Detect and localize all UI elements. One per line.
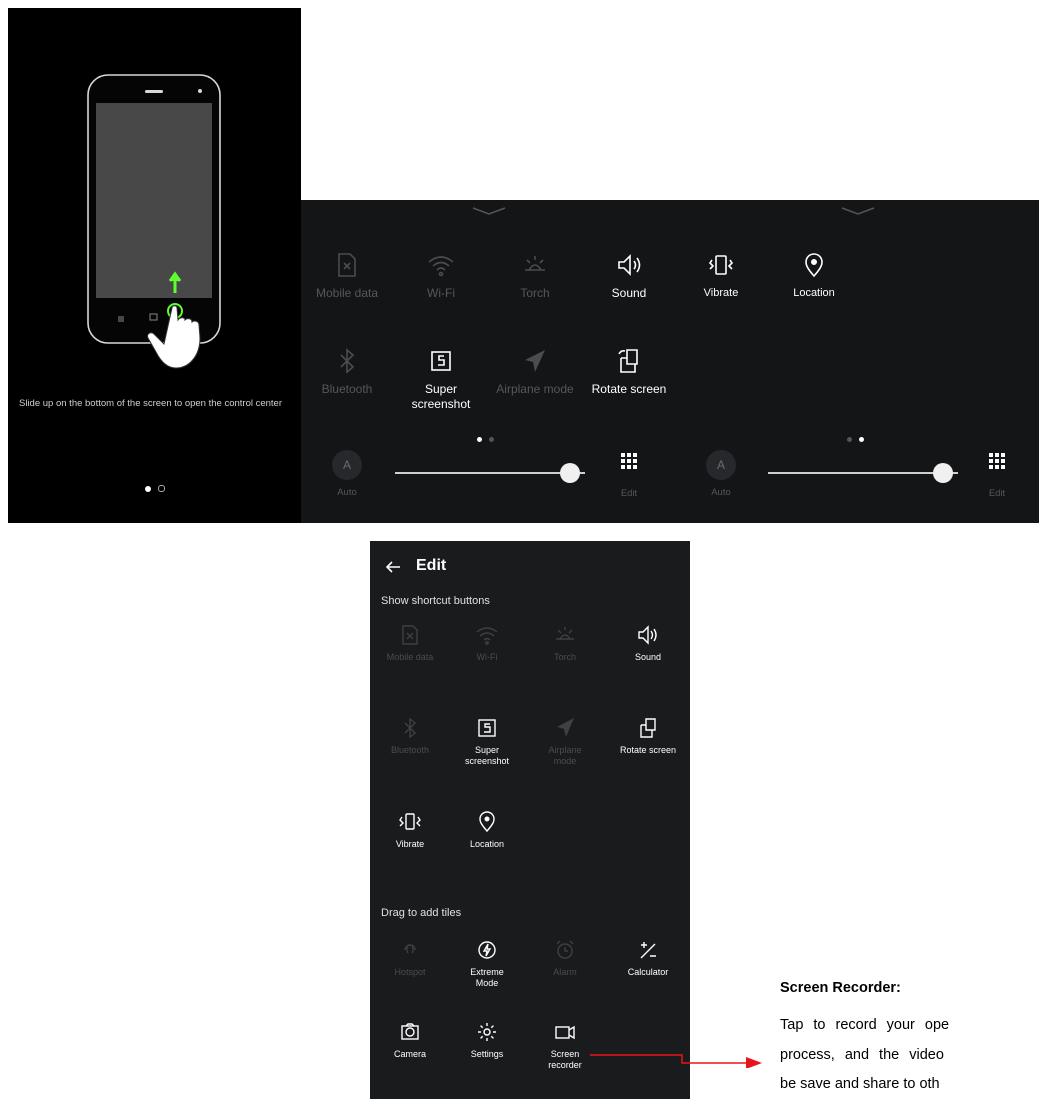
tile-wifi[interactable]: Wi-Fi bbox=[395, 252, 487, 301]
camera-icon bbox=[401, 1023, 419, 1040]
auto-brightness-button[interactable]: A Auto bbox=[676, 450, 766, 500]
shortcut-wifi[interactable]: Wi-Fi bbox=[447, 624, 527, 663]
shortcut-vibrate[interactable]: Vibrate bbox=[370, 811, 450, 850]
tile-settings[interactable]: Settings bbox=[447, 1021, 527, 1060]
auto-brightness-icon: A bbox=[332, 450, 362, 480]
annotation-line-1: Tap to record your ope bbox=[780, 1017, 950, 1033]
tile-torch[interactable]: Torch bbox=[489, 252, 581, 301]
bluetooth-icon bbox=[340, 348, 355, 374]
tile-super-screenshot[interactable]: Super screenshot bbox=[395, 348, 487, 412]
shortcut-location[interactable]: Location bbox=[447, 811, 527, 850]
tutorial-caption: Slide up on the bottom of the screen to … bbox=[19, 398, 283, 409]
location-icon bbox=[479, 811, 495, 833]
control-center-page-2: Vibrate Location A Auto Edit bbox=[676, 200, 1039, 523]
tile-calculator[interactable]: Calculator bbox=[608, 939, 688, 978]
auto-brightness-icon: A bbox=[706, 450, 736, 480]
brightness-track bbox=[768, 472, 958, 474]
airplane-icon bbox=[557, 718, 574, 737]
annotation-line-2: process, and the video bbox=[780, 1047, 944, 1063]
auto-brightness-button[interactable]: A Auto bbox=[301, 450, 393, 500]
shortcut-rotate-screen[interactable]: Rotate screen bbox=[608, 717, 688, 756]
hotspot-icon bbox=[404, 944, 416, 954]
brightness-thumb[interactable] bbox=[559, 463, 580, 483]
sound-icon bbox=[638, 625, 657, 645]
extreme-mode-icon bbox=[478, 941, 496, 959]
super-screenshot-icon bbox=[478, 719, 496, 737]
bluetooth-icon bbox=[404, 717, 417, 739]
edit-button[interactable]: Edit bbox=[952, 452, 1039, 501]
page-title: Edit bbox=[416, 557, 447, 574]
annotation-line-3: be save and share to oth bbox=[780, 1076, 940, 1092]
pointer-arrow bbox=[590, 1054, 762, 1068]
page-indicator bbox=[847, 429, 865, 447]
page-indicator bbox=[477, 429, 495, 447]
collapse-chevron-icon[interactable] bbox=[469, 206, 509, 218]
shortcut-super-screenshot[interactable]: Super screenshot bbox=[447, 717, 527, 767]
rotate-screen-icon bbox=[640, 718, 656, 738]
grid-icon bbox=[621, 453, 637, 469]
edit-button[interactable]: Edit bbox=[583, 452, 675, 501]
tile-sound[interactable]: Sound bbox=[583, 252, 675, 301]
tile-hotspot[interactable]: Hotspot bbox=[370, 939, 450, 978]
shortcut-mobile-data[interactable]: Mobile data bbox=[370, 624, 450, 663]
tile-alarm[interactable]: Alarm bbox=[525, 939, 605, 978]
sound-icon bbox=[618, 254, 641, 276]
tile-vibrate[interactable]: Vibrate bbox=[676, 252, 766, 301]
shortcut-bluetooth[interactable]: Bluetooth bbox=[370, 717, 450, 756]
annotation-title: Screen Recorder: bbox=[780, 980, 901, 996]
location-icon bbox=[805, 253, 823, 278]
wifi-icon bbox=[428, 256, 454, 277]
screen-recorder-icon bbox=[555, 1025, 575, 1040]
tile-bluetooth[interactable]: Bluetooth bbox=[301, 348, 393, 397]
brightness-slider[interactable] bbox=[395, 463, 585, 483]
tile-mobile-data[interactable]: Mobile data bbox=[301, 252, 393, 301]
tile-extreme-mode[interactable]: Extreme Mode bbox=[447, 939, 527, 989]
tile-airplane-mode[interactable]: Airplane mode bbox=[489, 348, 581, 397]
vibrate-icon bbox=[708, 255, 734, 275]
calculator-icon bbox=[640, 942, 656, 959]
phone-illustration bbox=[87, 74, 221, 369]
section-header-shortcuts: Show shortcut buttons bbox=[381, 595, 490, 607]
arrowhead-icon bbox=[746, 1057, 762, 1068]
tutorial-panel: Slide up on the bottom of the screen to … bbox=[8, 8, 301, 523]
shortcut-torch[interactable]: Torch bbox=[525, 624, 605, 663]
brightness-slider[interactable] bbox=[768, 463, 958, 483]
airplane-icon bbox=[525, 350, 545, 372]
tile-location[interactable]: Location bbox=[768, 252, 860, 301]
shortcut-airplane-mode[interactable]: Airplane mode bbox=[525, 717, 605, 767]
collapse-chevron-icon[interactable] bbox=[838, 206, 878, 218]
torch-icon bbox=[556, 627, 574, 640]
vibrate-icon bbox=[399, 813, 421, 830]
brightness-thumb[interactable] bbox=[932, 463, 953, 483]
gear-icon bbox=[478, 1023, 496, 1041]
rotate-screen-icon bbox=[618, 349, 638, 373]
control-center-page-1: Mobile data Wi-Fi Torch Sound Bluetooth … bbox=[301, 200, 676, 523]
alarm-icon bbox=[556, 940, 574, 959]
back-arrow-icon[interactable] bbox=[384, 560, 402, 574]
tile-camera[interactable]: Camera bbox=[370, 1021, 450, 1060]
grid-icon bbox=[989, 453, 1005, 469]
mobile-data-icon bbox=[338, 253, 356, 277]
edit-screen: Edit Show shortcut buttons Mobile data W… bbox=[370, 541, 690, 1099]
brightness-track bbox=[395, 472, 585, 474]
wifi-icon bbox=[476, 627, 498, 645]
mobile-data-icon bbox=[402, 625, 418, 645]
tile-rotate-screen[interactable]: Rotate screen bbox=[583, 348, 675, 397]
shortcut-sound[interactable]: Sound bbox=[608, 624, 688, 663]
page-indicator bbox=[145, 479, 166, 497]
section-header-add-tiles: Drag to add tiles bbox=[381, 907, 462, 919]
super-screenshot-icon bbox=[431, 351, 451, 371]
torch-icon bbox=[525, 256, 545, 271]
